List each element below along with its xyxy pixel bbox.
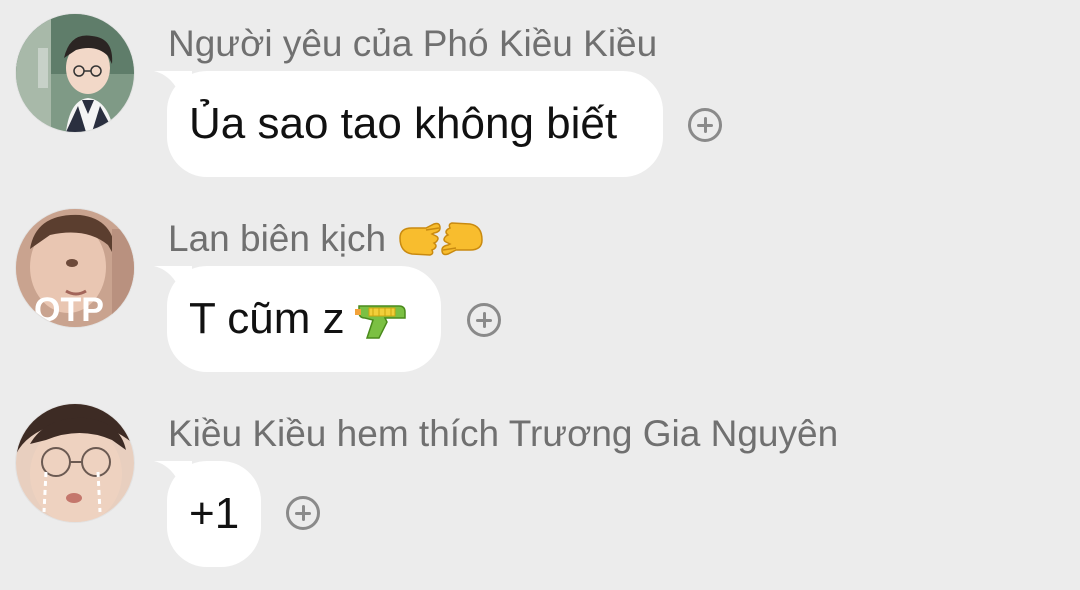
avatar-boy-otp-icon: ✦ OTP — [16, 209, 134, 327]
add-reaction-icon[interactable] — [286, 496, 320, 530]
svg-text:✦: ✦ — [116, 213, 128, 229]
water-gun-emoji-icon — [354, 305, 406, 339]
avatar-overlay-text: OTP — [34, 291, 104, 327]
sender-row: Lan biên kịch — [168, 217, 486, 261]
message-item: ✦ OTP Lan biên kịch T cũm z — [0, 195, 1080, 389]
message-text: +1 — [189, 489, 240, 538]
sender-avatar[interactable]: ✦ OTP — [16, 209, 134, 327]
message-bubble[interactable]: +1 — [167, 461, 261, 567]
avatar-boy-glasses-icon — [16, 14, 134, 132]
hands-pointing-emoji-icon — [399, 222, 483, 256]
sender-avatar[interactable] — [16, 404, 134, 522]
chat-thread: Người yêu của Phó Kiều Kiều Ủa sao tao k… — [0, 0, 1080, 590]
sender-name[interactable]: Kiều Kiều hem thích Trương Gia Nguyên — [168, 412, 838, 456]
add-reaction-icon[interactable] — [688, 108, 722, 142]
avatar-boy-crying-icon — [16, 404, 134, 522]
message-bubble[interactable]: T cũm z — [167, 266, 441, 372]
sender-avatar[interactable] — [16, 14, 134, 132]
sender-name[interactable]: Người yêu của Phó Kiều Kiều — [168, 22, 657, 66]
add-reaction-icon[interactable] — [467, 303, 501, 337]
sender-name[interactable]: Lan biên kịch — [168, 217, 386, 261]
message-text: Ủa sao tao không biết — [189, 99, 618, 148]
message-item: Kiều Kiều hem thích Trương Gia Nguyên +1 — [0, 390, 1080, 584]
message-bubble[interactable]: Ủa sao tao không biết — [167, 71, 663, 177]
message-text: T cũm z — [189, 294, 345, 343]
message-item: Người yêu của Phó Kiều Kiều Ủa sao tao k… — [0, 0, 1080, 194]
